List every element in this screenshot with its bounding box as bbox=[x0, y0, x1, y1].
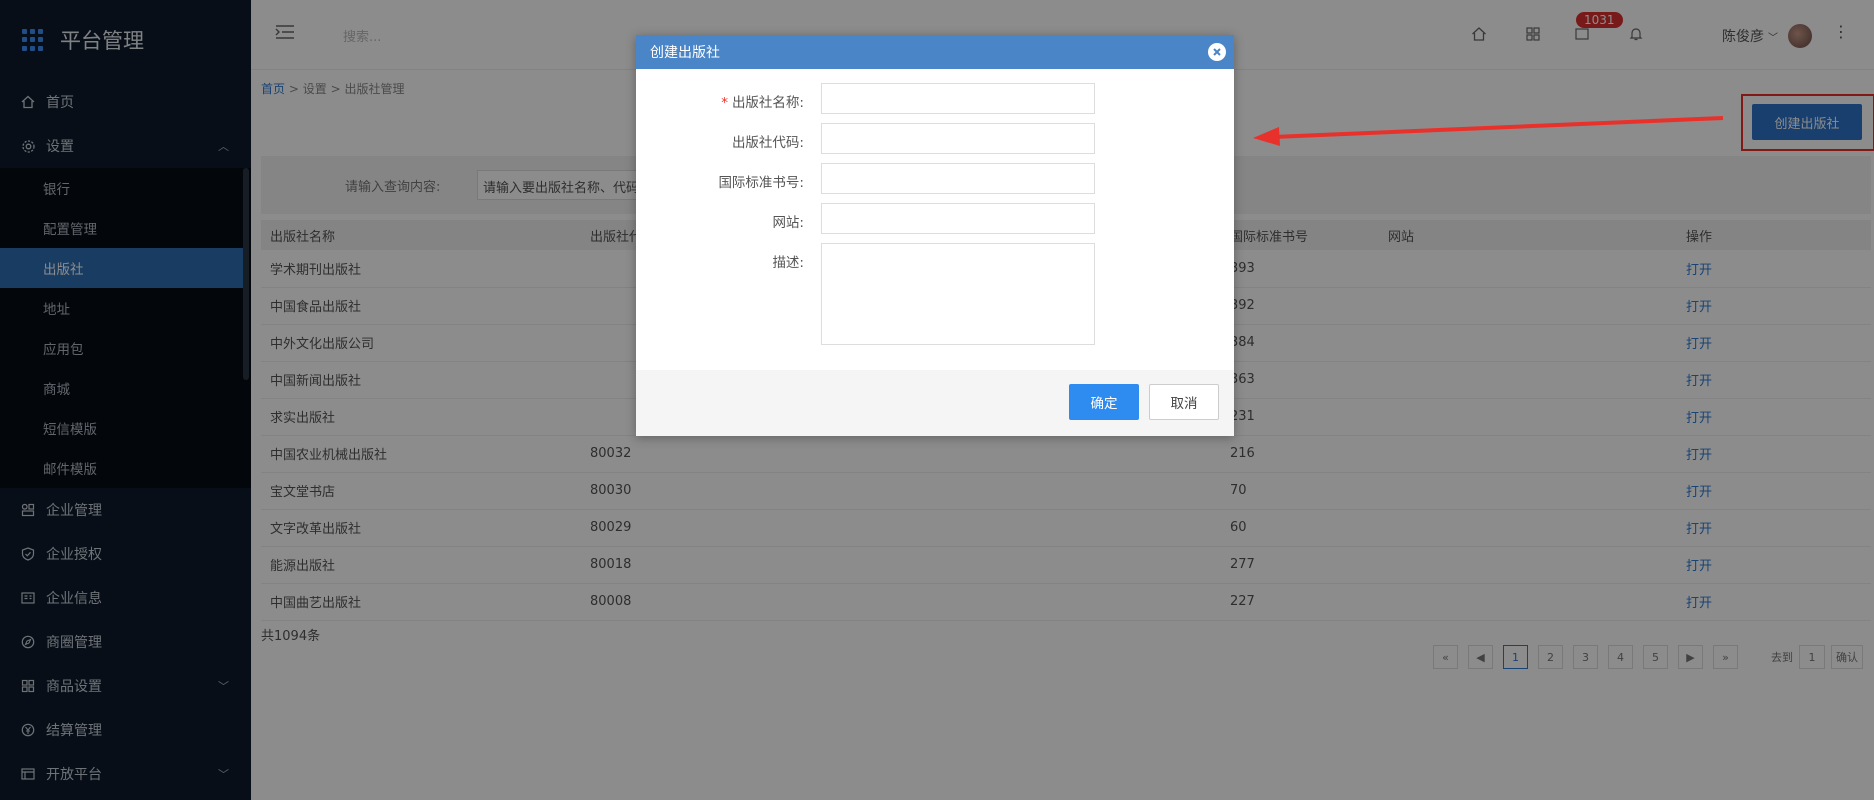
field-label: 国际标准书号: bbox=[718, 175, 804, 191]
field-label: * 出版社名称: bbox=[721, 95, 804, 111]
field-label: 出版社代码: bbox=[731, 135, 804, 151]
close-icon[interactable] bbox=[1208, 43, 1226, 61]
website-input[interactable] bbox=[821, 203, 1095, 234]
publisher-name-input[interactable] bbox=[821, 83, 1095, 114]
create-publisher-dialog: 创建出版社 * 出版社名称: 出版社代码: 国际标准书号: 网站: 描述: 确定 … bbox=[636, 35, 1234, 436]
publisher-code-input[interactable] bbox=[821, 123, 1095, 154]
annotation-arrow-icon bbox=[1253, 116, 1724, 146]
isbn-input[interactable] bbox=[821, 163, 1095, 194]
description-textarea[interactable] bbox=[821, 243, 1095, 345]
field-label: 网站: bbox=[772, 215, 804, 231]
field-label: 描述: bbox=[772, 255, 804, 271]
cancel-button[interactable]: 取消 bbox=[1149, 384, 1219, 420]
dialog-title: 创建出版社 bbox=[650, 45, 720, 61]
dialog-footer: 确定 取消 bbox=[636, 370, 1234, 436]
dialog-header: 创建出版社 bbox=[636, 35, 1234, 69]
required-marker: * bbox=[721, 95, 728, 111]
confirm-button[interactable]: 确定 bbox=[1069, 384, 1139, 420]
